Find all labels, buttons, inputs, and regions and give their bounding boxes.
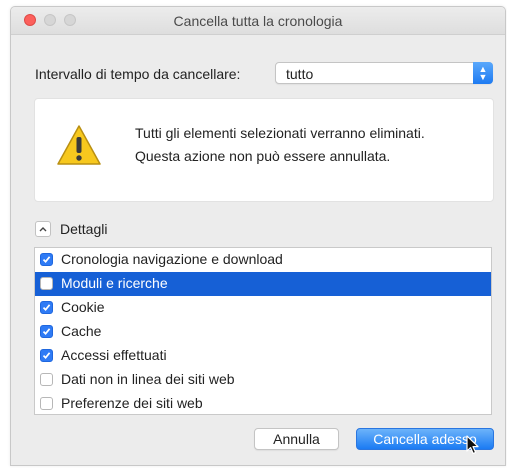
checkmark-icon — [42, 256, 51, 263]
history-item-cookies[interactable]: Cookie — [35, 296, 491, 320]
history-item-cache[interactable]: Cache — [35, 320, 491, 344]
clear-history-dialog: Cancella tutta la cronologia Intervallo … — [10, 6, 506, 466]
history-items-list: Cronologia navigazione e download Moduli… — [34, 247, 492, 415]
checkbox-browsing-downloads[interactable] — [40, 253, 53, 266]
warning-panel: Tutti gli elementi selezionati verranno … — [34, 98, 494, 202]
chevron-up-icon — [39, 227, 47, 232]
history-item-logins[interactable]: Accessi effettuati — [35, 344, 491, 368]
history-item-browsing-downloads[interactable]: Cronologia navigazione e download — [35, 248, 491, 272]
list-item-label: Cookie — [61, 299, 105, 315]
checkbox-forms-searches[interactable] — [40, 277, 53, 290]
checkmark-icon — [42, 304, 51, 311]
history-item-offline-data[interactable]: Dati non in linea dei siti web — [35, 368, 491, 392]
list-item-label: Moduli e ricerche — [61, 275, 168, 291]
list-item-label: Dati non in linea dei siti web — [61, 371, 235, 387]
checkmark-icon — [42, 328, 51, 335]
checkbox-cookies[interactable] — [40, 301, 53, 314]
list-item-label: Cronologia navigazione e download — [61, 251, 283, 267]
warning-irreversible-note: Questa azione non può essere annullata. — [135, 148, 391, 164]
list-item-label: Accessi effettuati — [61, 347, 167, 363]
details-label: Dettagli — [60, 221, 108, 237]
cancel-button[interactable]: Annulla — [254, 428, 339, 450]
list-item-label: Preferenze dei siti web — [61, 395, 203, 411]
checkbox-cache[interactable] — [40, 325, 53, 338]
checkbox-logins[interactable] — [40, 349, 53, 362]
time-range-select[interactable]: tutto ▲ ▼ — [275, 62, 493, 84]
list-item-label: Cache — [61, 323, 102, 339]
checkbox-offline-data[interactable] — [40, 373, 53, 386]
time-range-label: Intervallo di tempo da cancellare: — [35, 66, 241, 82]
checkmark-icon — [42, 352, 51, 359]
time-range-value: tutto — [286, 66, 314, 82]
dialog-title: Cancella tutta la cronologia — [173, 13, 343, 29]
up-down-arrows-icon: ▲ ▼ — [473, 62, 493, 84]
warning-text: Tutti gli elementi selezionati verranno … — [135, 124, 475, 166]
title-bar: Cancella tutta la cronologia — [11, 7, 505, 35]
checkbox-site-preferences[interactable] — [40, 397, 53, 410]
details-toggle-button[interactable] — [35, 221, 51, 237]
history-item-forms-searches[interactable]: Moduli e ricerche — [35, 272, 491, 296]
mouse-pointer-icon — [466, 435, 479, 455]
warning-message: Tutti gli elementi selezionati verranno … — [135, 125, 425, 141]
history-item-site-preferences[interactable]: Preferenze dei siti web — [35, 392, 491, 416]
warning-triangle-icon — [57, 125, 101, 165]
